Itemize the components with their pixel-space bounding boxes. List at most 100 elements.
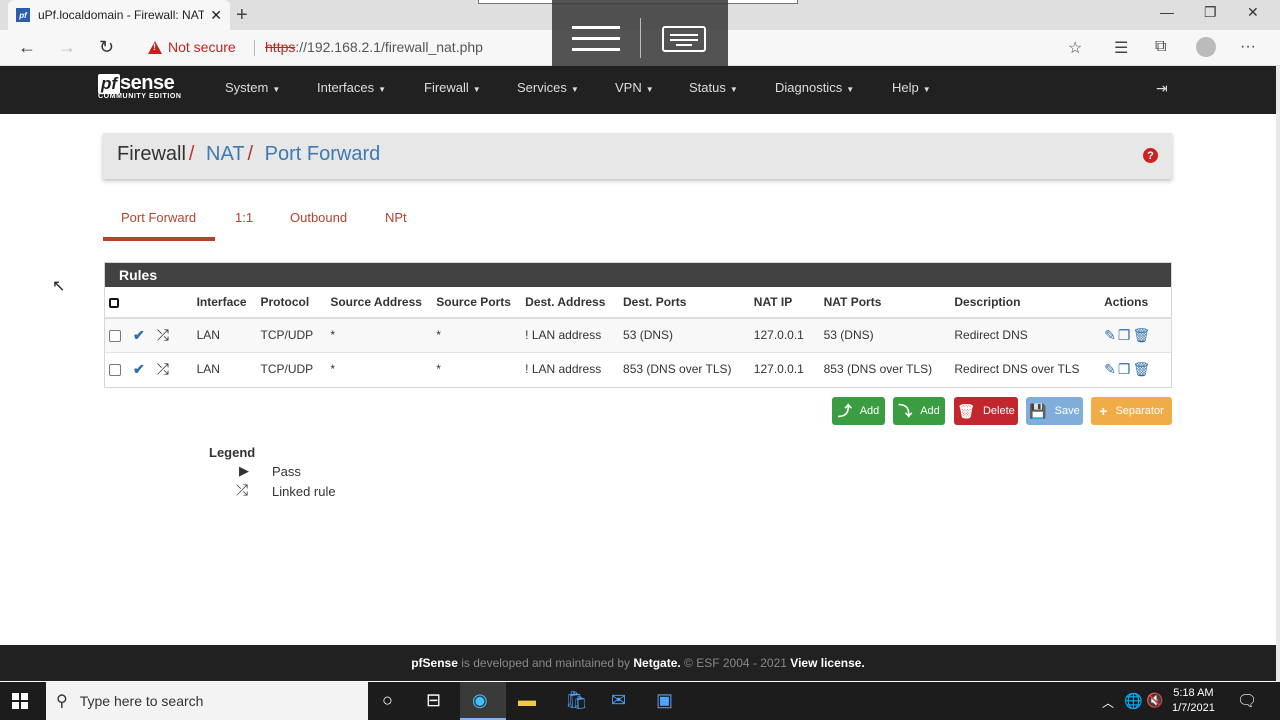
edge-browser-icon: ◉ [472, 690, 488, 710]
header-source-ports[interactable]: Source Ports [432, 287, 522, 319]
more-menu-icon[interactable]: ··· [1240, 38, 1256, 56]
not-secure-indicator[interactable]: Not secure [148, 39, 236, 55]
cell-actions: ✎ ❐ 🗑 [1100, 317, 1171, 352]
nav-system[interactable]: System ▼ [225, 80, 280, 95]
app-window-icon[interactable]: ▣ [656, 690, 673, 711]
url-field[interactable]: https://192.168.2.1/firewall_nat.php [265, 39, 483, 55]
copy-icon[interactable]: ❐ [1118, 327, 1131, 343]
browser-tab[interactable]: pf uPf.localdomain - Firewall: NAT: P ✕ [8, 0, 230, 30]
cell-source-ports: * [432, 317, 522, 352]
breadcrumb-port-forward[interactable]: Port Forward [265, 143, 381, 165]
pass-check-icon[interactable]: ✔ [133, 327, 145, 343]
footer-netgate-link[interactable]: Netgate. [633, 656, 680, 670]
mail-icon[interactable]: ✉ [611, 690, 626, 711]
forward-icon[interactable]: → [58, 37, 76, 58]
nav-help[interactable]: Help ▼ [892, 80, 931, 95]
nav-diagnostics[interactable]: Diagnostics ▼ [775, 80, 854, 95]
tray-chevron-icon[interactable]: ︿ [1102, 694, 1114, 711]
favorites-list-icon[interactable]: ☰ [1114, 38, 1128, 58]
file-explorer-icon[interactable]: ▬ [518, 690, 536, 711]
nav-firewall[interactable]: Firewall ▼ [424, 80, 481, 95]
header-source-address[interactable]: Source Address [326, 287, 433, 319]
cell-actions: ✎ ❐ 🗑 [1100, 351, 1171, 386]
pfsense-favicon-icon: pf [16, 8, 30, 22]
header-dest-ports[interactable]: Dest. Ports [619, 287, 750, 319]
delete-trash-icon[interactable]: 🗑 [1132, 361, 1150, 377]
close-tab-icon[interactable]: ✕ [210, 7, 222, 24]
page-scrollbar[interactable] [1276, 66, 1280, 682]
header-protocol[interactable]: Protocol [256, 287, 327, 319]
pfsense-navbar: pf sense COMMUNITY EDITION System ▼ Interf… [0, 66, 1276, 114]
delete-trash-icon[interactable]: 🗑 [1132, 327, 1150, 343]
header-blank [152, 287, 193, 319]
network-globe-icon[interactable]: 🌐 [1124, 692, 1143, 710]
windows-start-icon[interactable] [12, 693, 28, 709]
pfsense-logo[interactable]: pf sense COMMUNITY EDITION [98, 72, 182, 100]
header-interface[interactable]: Interface [192, 287, 257, 319]
pass-check-icon[interactable]: ✔ [133, 361, 145, 377]
save-button[interactable]: 💾 Save [1026, 397, 1083, 425]
favorite-star-icon[interactable]: ☆ [1068, 38, 1082, 58]
header-nat-ip[interactable]: NAT IP [749, 287, 820, 319]
reload-icon[interactable]: ↻ [99, 37, 114, 58]
caret-down-icon: ▼ [378, 85, 387, 94]
add-bottom-button[interactable]: ⤵ Add [893, 397, 945, 425]
cell-description: Redirect DNS over TLS [950, 351, 1101, 386]
cell-dest-ports: 853 (DNS over TLS) [619, 351, 750, 386]
notifications-icon[interactable]: 🗨 [1237, 691, 1257, 711]
cortana-icon[interactable]: ○ [382, 690, 393, 711]
taskbar-clock[interactable]: 5:18 AM 1/7/2021 [1172, 686, 1215, 716]
select-all-cell [105, 287, 129, 319]
profile-avatar[interactable] [1196, 37, 1216, 57]
collections-icon[interactable]: ⧉ [1155, 38, 1166, 56]
header-description[interactable]: Description [950, 287, 1101, 319]
logo-edition: COMMUNITY EDITION [98, 93, 182, 100]
row-checkbox[interactable] [109, 364, 121, 377]
caret-down-icon: ▼ [645, 85, 654, 94]
back-icon[interactable]: ← [18, 37, 36, 58]
new-tab-icon[interactable]: + [236, 4, 248, 27]
tab-outbound[interactable]: Outbound [290, 210, 347, 225]
table-row[interactable]: ✔ ⤮ LAN TCP/UDP * * ! LAN address 853 (D… [105, 351, 1171, 386]
minimize-icon[interactable]: — [1160, 4, 1174, 20]
hamburger-menu-icon[interactable] [572, 26, 620, 52]
select-all-checkbox[interactable] [109, 297, 119, 308]
store-icon[interactable]: 🛍 [565, 690, 588, 711]
tab-port-forward[interactable]: Port Forward [121, 210, 196, 225]
add-top-button[interactable]: ⤴ Add [832, 397, 885, 425]
active-tab-indicator [103, 237, 215, 241]
arrow-down-icon: ⤵ [898, 403, 913, 419]
delete-button[interactable]: 🗑 Delete [954, 397, 1018, 425]
nav-vpn[interactable]: VPN ▼ [615, 80, 654, 95]
tab-npt[interactable]: NPt [385, 210, 407, 225]
tab-1-to-1[interactable]: 1:1 [235, 210, 253, 225]
separator-button[interactable]: + Separator [1091, 397, 1172, 425]
close-window-icon[interactable]: ✕ [1247, 4, 1259, 21]
linked-rule-icon: ⤮ [156, 360, 169, 378]
logout-icon[interactable]: ⇥ [1156, 80, 1168, 97]
taskbar-search-box[interactable]: ⚲ Type here to search [46, 682, 368, 720]
edit-pencil-icon[interactable]: ✎ [1104, 327, 1116, 343]
nav-status[interactable]: Status ▼ [689, 80, 738, 95]
legend-title: Legend [209, 445, 256, 460]
volume-muted-icon[interactable]: 🔇 [1146, 692, 1163, 709]
url-scheme: https [265, 39, 296, 55]
edit-pencil-icon[interactable]: ✎ [1104, 361, 1116, 377]
nav-services[interactable]: Services ▼ [517, 80, 579, 95]
cell-dest-address: ! LAN address [521, 351, 620, 386]
copy-icon[interactable]: ❐ [1118, 361, 1131, 377]
header-nat-ports[interactable]: NAT Ports [819, 287, 951, 319]
footer-license-link[interactable]: View license. [790, 656, 865, 670]
table-row[interactable]: ✔ ⤮ LAN TCP/UDP * * ! LAN address 53 (DN… [105, 317, 1171, 352]
help-icon[interactable]: ? [1143, 148, 1158, 163]
clock-time: 5:18 AM [1173, 687, 1214, 699]
cell-nat-ports: 53 (DNS) [819, 317, 951, 352]
breadcrumb-nat[interactable]: NAT [206, 143, 245, 165]
nav-interfaces[interactable]: Interfaces ▼ [317, 80, 386, 95]
row-checkbox[interactable] [109, 330, 121, 343]
header-dest-address[interactable]: Dest. Address [521, 287, 620, 319]
task-view-icon[interactable]: ⊟ [426, 690, 441, 711]
keyboard-icon[interactable] [662, 26, 706, 52]
restore-icon[interactable]: ❐ [1204, 4, 1217, 21]
cell-protocol: TCP/UDP [256, 317, 327, 352]
